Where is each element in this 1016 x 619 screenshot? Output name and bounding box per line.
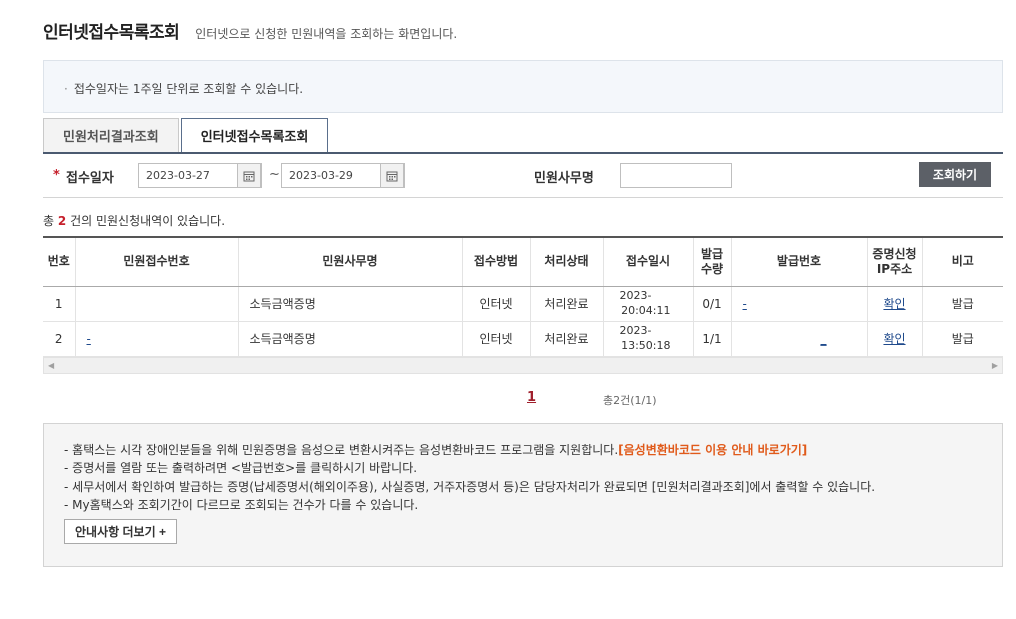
cell-affair: 소득금액증명	[238, 321, 463, 357]
result-count-suffix: 건의 민원신청내역이 있습니다.	[70, 214, 226, 228]
info-box: 홈택스는 시각 장애인분들을 위해 민원증명을 음성으로 변환시켜주는 음성변환…	[43, 423, 1003, 567]
page-total: 총2건(1/1)	[603, 394, 657, 407]
affair-name-label: 민원사무명	[534, 171, 594, 186]
scroll-right-arrow-icon[interactable]: ▶	[992, 361, 998, 370]
tab-result-lookup[interactable]: 민원처리결과조회	[43, 118, 179, 152]
col-header-qty: 발급 수량	[693, 236, 732, 287]
date-range-separator: ~	[269, 167, 280, 182]
horizontal-scrollbar[interactable]: ◀ ▶	[43, 357, 1003, 374]
more-info-button[interactable]: 안내사항 더보기 +	[64, 519, 177, 544]
ip-confirm-link[interactable]: 확인	[883, 332, 905, 346]
page-title: 인터넷접수목록조회	[43, 23, 180, 43]
cell-ip: 확인	[867, 321, 923, 357]
col-header-ip: 증명신청 IP주소	[867, 236, 923, 287]
cell-note: 발급	[922, 321, 1003, 357]
info-item: 증명서를 열람 또는 출력하려면 <발급번호>를 클릭하시기 바랍니다.	[64, 459, 875, 477]
cell-affair: 소득금액증명	[238, 286, 463, 322]
tab-internet-receipt-list[interactable]: 인터넷접수목록조회	[180, 118, 329, 153]
col-header-no: 번호	[43, 236, 76, 287]
cell-date: 2023- 13:50:18	[603, 321, 694, 357]
cell-no: 2	[43, 321, 76, 357]
search-form: * 접수일자 ~ 민원사무명 조회하기	[43, 152, 1003, 198]
notice-text: 접수일자는 1주일 단위로 조회할 수 있습니다.	[64, 80, 303, 97]
info-item: My홈택스와 조회기간이 다르므로 조회되는 건수가 다를 수 있습니다.	[64, 496, 875, 514]
cell-qty: 1/1	[693, 321, 732, 357]
cell-date: 2023- 20:04:11	[603, 286, 694, 322]
table-row: 2 - 소득금액증명 인터넷 처리완료 2023- 13:50:18 1/1 _ …	[43, 321, 1003, 357]
cell-issue-no: -	[731, 286, 868, 322]
cell-status: 처리완료	[530, 286, 604, 322]
col-header-status: 처리상태	[530, 236, 604, 287]
cell-receipt-no: -	[75, 321, 239, 357]
col-header-receipt-no: 민원접수번호	[75, 236, 239, 287]
col-header-affair: 민원사무명	[238, 236, 463, 287]
info-item: 세무서에서 확인하여 발급하는 증명(납세증명서(해외이주용), 사실증명, 거…	[64, 478, 875, 496]
receipt-no-link[interactable]: -	[87, 332, 91, 346]
result-table: 번호 민원접수번호 민원사무명 접수방법 처리상태 접수일시 발급 수량 발급번호…	[43, 236, 1003, 357]
cell-status: 처리완료	[530, 321, 604, 357]
cell-note: 발급	[922, 286, 1003, 322]
result-count-prefix: 총	[43, 214, 55, 228]
barcode-guide-link[interactable]: [음성변환바코드 이용 안내 바로가기]	[618, 443, 807, 457]
calendar-icon	[386, 171, 398, 181]
col-header-note: 비고	[922, 236, 1003, 287]
cell-qty: 0/1	[693, 286, 732, 322]
col-header-date: 접수일시	[603, 236, 694, 287]
ip-confirm-link[interactable]: 확인	[883, 297, 905, 311]
date-line-2: 13:50:18	[621, 338, 671, 352]
calendar-to-button[interactable]	[380, 163, 404, 188]
col-header-method: 접수방법	[462, 236, 531, 287]
cell-method: 인터넷	[462, 286, 531, 322]
search-button[interactable]: 조회하기	[919, 162, 991, 187]
cell-issue-no: _	[731, 321, 868, 357]
issue-no-link[interactable]: -	[743, 297, 747, 311]
scroll-left-arrow-icon[interactable]: ◀	[48, 361, 54, 370]
cell-no: 1	[43, 286, 76, 322]
result-table-wrap: 번호 민원접수번호 민원사무명 접수방법 처리상태 접수일시 발급 수량 발급번호…	[43, 236, 1003, 357]
issue-no-link[interactable]: _	[821, 332, 827, 346]
info-item: 홈택스는 시각 장애인분들을 위해 민원증명을 음성으로 변환시켜주는 음성변환…	[64, 441, 875, 459]
cell-receipt-no	[75, 286, 239, 322]
affair-name-input[interactable]	[620, 163, 732, 188]
notice-box: 접수일자는 1주일 단위로 조회할 수 있습니다.	[43, 60, 1003, 113]
date-line-1: 2023-	[619, 324, 652, 338]
required-star: *	[53, 168, 60, 183]
table-row: 1 소득금액증명 인터넷 처리완료 2023- 20:04:11 0/1 - 확인…	[43, 286, 1003, 322]
calendar-icon	[243, 171, 255, 181]
table-header-row: 번호 민원접수번호 민원사무명 접수방법 처리상태 접수일시 발급 수량 발급번호…	[43, 236, 1003, 287]
tab-bar: 민원처리결과조회 인터넷접수목록조회	[43, 118, 330, 153]
date-line-2: 20:04:11	[621, 303, 671, 317]
page-description: 인터넷으로 신청한 민원내역을 조회하는 화면입니다.	[195, 27, 458, 41]
date-label: 접수일자	[66, 171, 114, 186]
page-number-link[interactable]: 1	[527, 390, 536, 405]
result-count-number: 2	[57, 214, 67, 228]
result-count: 총 2 건의 민원신청내역이 있습니다.	[43, 212, 225, 229]
calendar-from-button[interactable]	[237, 163, 261, 188]
col-header-issue-no: 발급번호	[731, 236, 868, 287]
info-list: 홈택스는 시각 장애인분들을 위해 민원증명을 음성으로 변환시켜주는 음성변환…	[64, 441, 875, 514]
cell-ip: 확인	[867, 286, 923, 322]
info-item-text: 홈택스는 시각 장애인분들을 위해 민원증명을 음성으로 변환시켜주는 음성변환…	[72, 443, 619, 457]
page-header: 인터넷접수목록조회 인터넷으로 신청한 민원내역을 조회하는 화면입니다.	[43, 18, 457, 43]
cell-method: 인터넷	[462, 321, 531, 357]
date-line-1: 2023-	[619, 289, 652, 303]
